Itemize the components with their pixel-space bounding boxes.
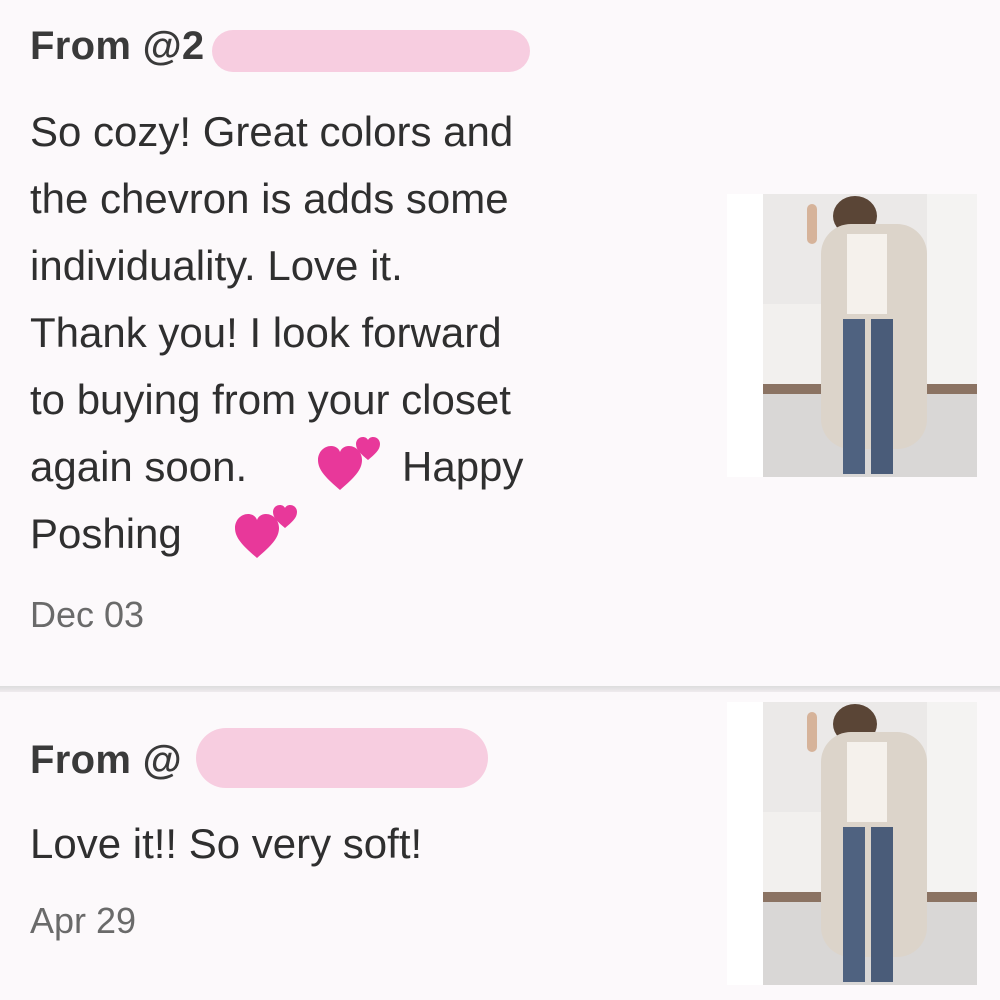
comment-text-end: Poshing: [30, 510, 182, 557]
redacted-username: [196, 728, 488, 788]
comment-card: From @ Love it!! So very soft! Apr 29: [0, 700, 1000, 1000]
divider: [0, 686, 1000, 692]
comment-author[interactable]: From @: [30, 738, 182, 783]
comment-text: Love it!! So very soft!: [30, 820, 423, 867]
comment-card: From @2 So cozy! Great colors and the ch…: [0, 0, 1000, 688]
listing-thumbnail[interactable]: [727, 194, 977, 477]
redacted-username: [212, 30, 530, 72]
two-hearts-icon: [235, 500, 301, 566]
comment-date: Dec 03: [30, 594, 145, 635]
listing-thumbnail[interactable]: [727, 702, 977, 985]
two-hearts-icon: [318, 432, 384, 492]
comment-date: Apr 29: [30, 900, 137, 941]
comment-author[interactable]: From @2: [30, 24, 204, 69]
comment-text-after: Happy: [402, 443, 524, 490]
